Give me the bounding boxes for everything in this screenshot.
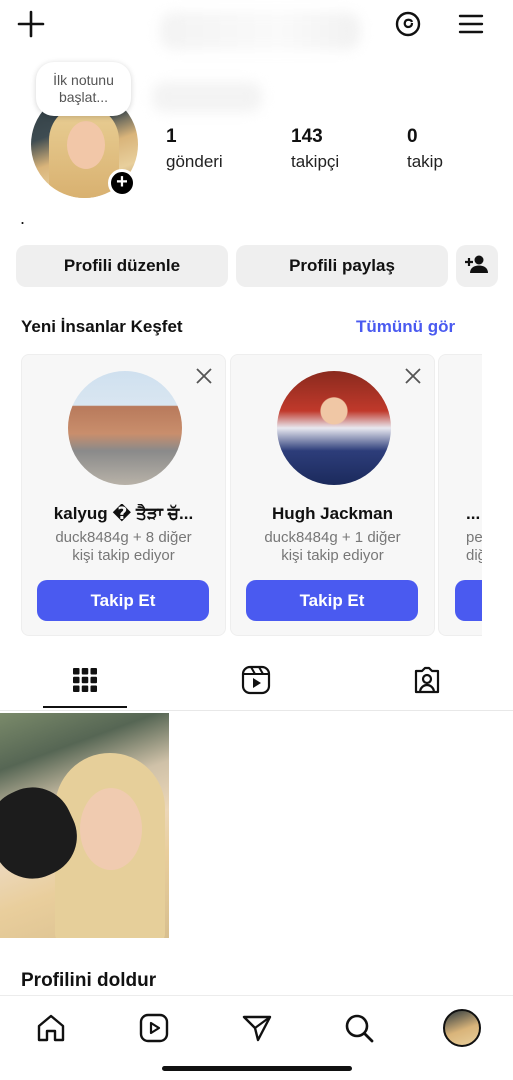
followers-label: takipçi (291, 152, 340, 171)
send-icon[interactable] (239, 1010, 275, 1046)
search-icon[interactable] (341, 1010, 377, 1046)
close-icon[interactable] (404, 367, 422, 385)
follow-button[interactable]: Takip Et (246, 580, 418, 621)
bio-text: . (20, 208, 26, 228)
plus-icon[interactable] (13, 6, 49, 42)
home-indicator (162, 1066, 352, 1071)
divider (0, 710, 513, 711)
reels-icon[interactable] (136, 1010, 172, 1046)
posts-count: 1 (166, 126, 177, 147)
post-thumbnail[interactable] (0, 713, 169, 938)
suggestion-name[interactable]: kalyug � ਤੈੜਾ ਚੱ... (22, 504, 225, 524)
suggestion-card[interactable]: Hugh Jackman duck8484g + 1 diğer kişi ta… (230, 354, 435, 636)
posts-stat: 1 gönderi (166, 126, 223, 172)
add-story-icon[interactable]: + (108, 169, 136, 197)
following-label: takip (407, 152, 443, 171)
see-all-link[interactable]: Tümünü gör (356, 317, 455, 337)
suggestion-card-partial[interactable]: ... pe diğ (438, 354, 482, 636)
profile-avatar[interactable] (443, 1009, 481, 1047)
suggestion-mutuals: duck8484g + 1 diğer kişi takip ediyor (264, 529, 401, 564)
add-person-icon (465, 252, 489, 281)
follow-button[interactable]: Takip Et (37, 580, 209, 621)
home-icon[interactable] (33, 1010, 69, 1046)
hamburger-menu-icon[interactable] (453, 6, 489, 42)
following-count: 0 (407, 126, 418, 147)
grid-icon[interactable] (65, 660, 105, 700)
suggestion-name: ... (466, 504, 481, 523)
suggestion-avatar[interactable] (68, 371, 182, 485)
edit-profile-button[interactable]: Profili düzenle (16, 245, 228, 287)
suggestion-avatar[interactable] (277, 371, 391, 485)
username-blurred (160, 12, 360, 50)
close-icon[interactable] (195, 367, 213, 385)
display-name-blurred (152, 82, 262, 112)
suggestion-name[interactable]: Hugh Jackman (231, 504, 434, 524)
suggestion-mutuals: duck8484g + 8 diğer kişi takip ediyor (55, 529, 192, 564)
following-stat[interactable]: 0 takip (407, 126, 443, 172)
suggestion-mutuals: pe diğ (466, 529, 482, 564)
followers-count: 143 (291, 126, 323, 147)
followers-stat[interactable]: 143 takipçi (291, 126, 339, 172)
share-profile-button[interactable]: Profili paylaş (236, 245, 448, 287)
discover-people-button[interactable] (456, 245, 498, 287)
follow-button[interactable] (455, 580, 482, 621)
suggestion-card[interactable]: kalyug � ਤੈੜਾ ਚੱ... duck8484g + 8 diğer … (21, 354, 226, 636)
fill-profile-title: Profilini doldur (21, 970, 157, 991)
note-text: İlk notunu başlat... (53, 72, 114, 105)
posts-label: gönderi (166, 152, 223, 171)
discover-title: Yeni İnsanlar Keşfet (21, 317, 183, 336)
tagged-icon[interactable] (407, 660, 447, 700)
threads-icon[interactable] (390, 6, 426, 42)
active-tab-indicator (43, 706, 127, 708)
note-bubble[interactable]: İlk notunu başlat... (36, 62, 131, 116)
reels-icon[interactable] (236, 660, 276, 700)
